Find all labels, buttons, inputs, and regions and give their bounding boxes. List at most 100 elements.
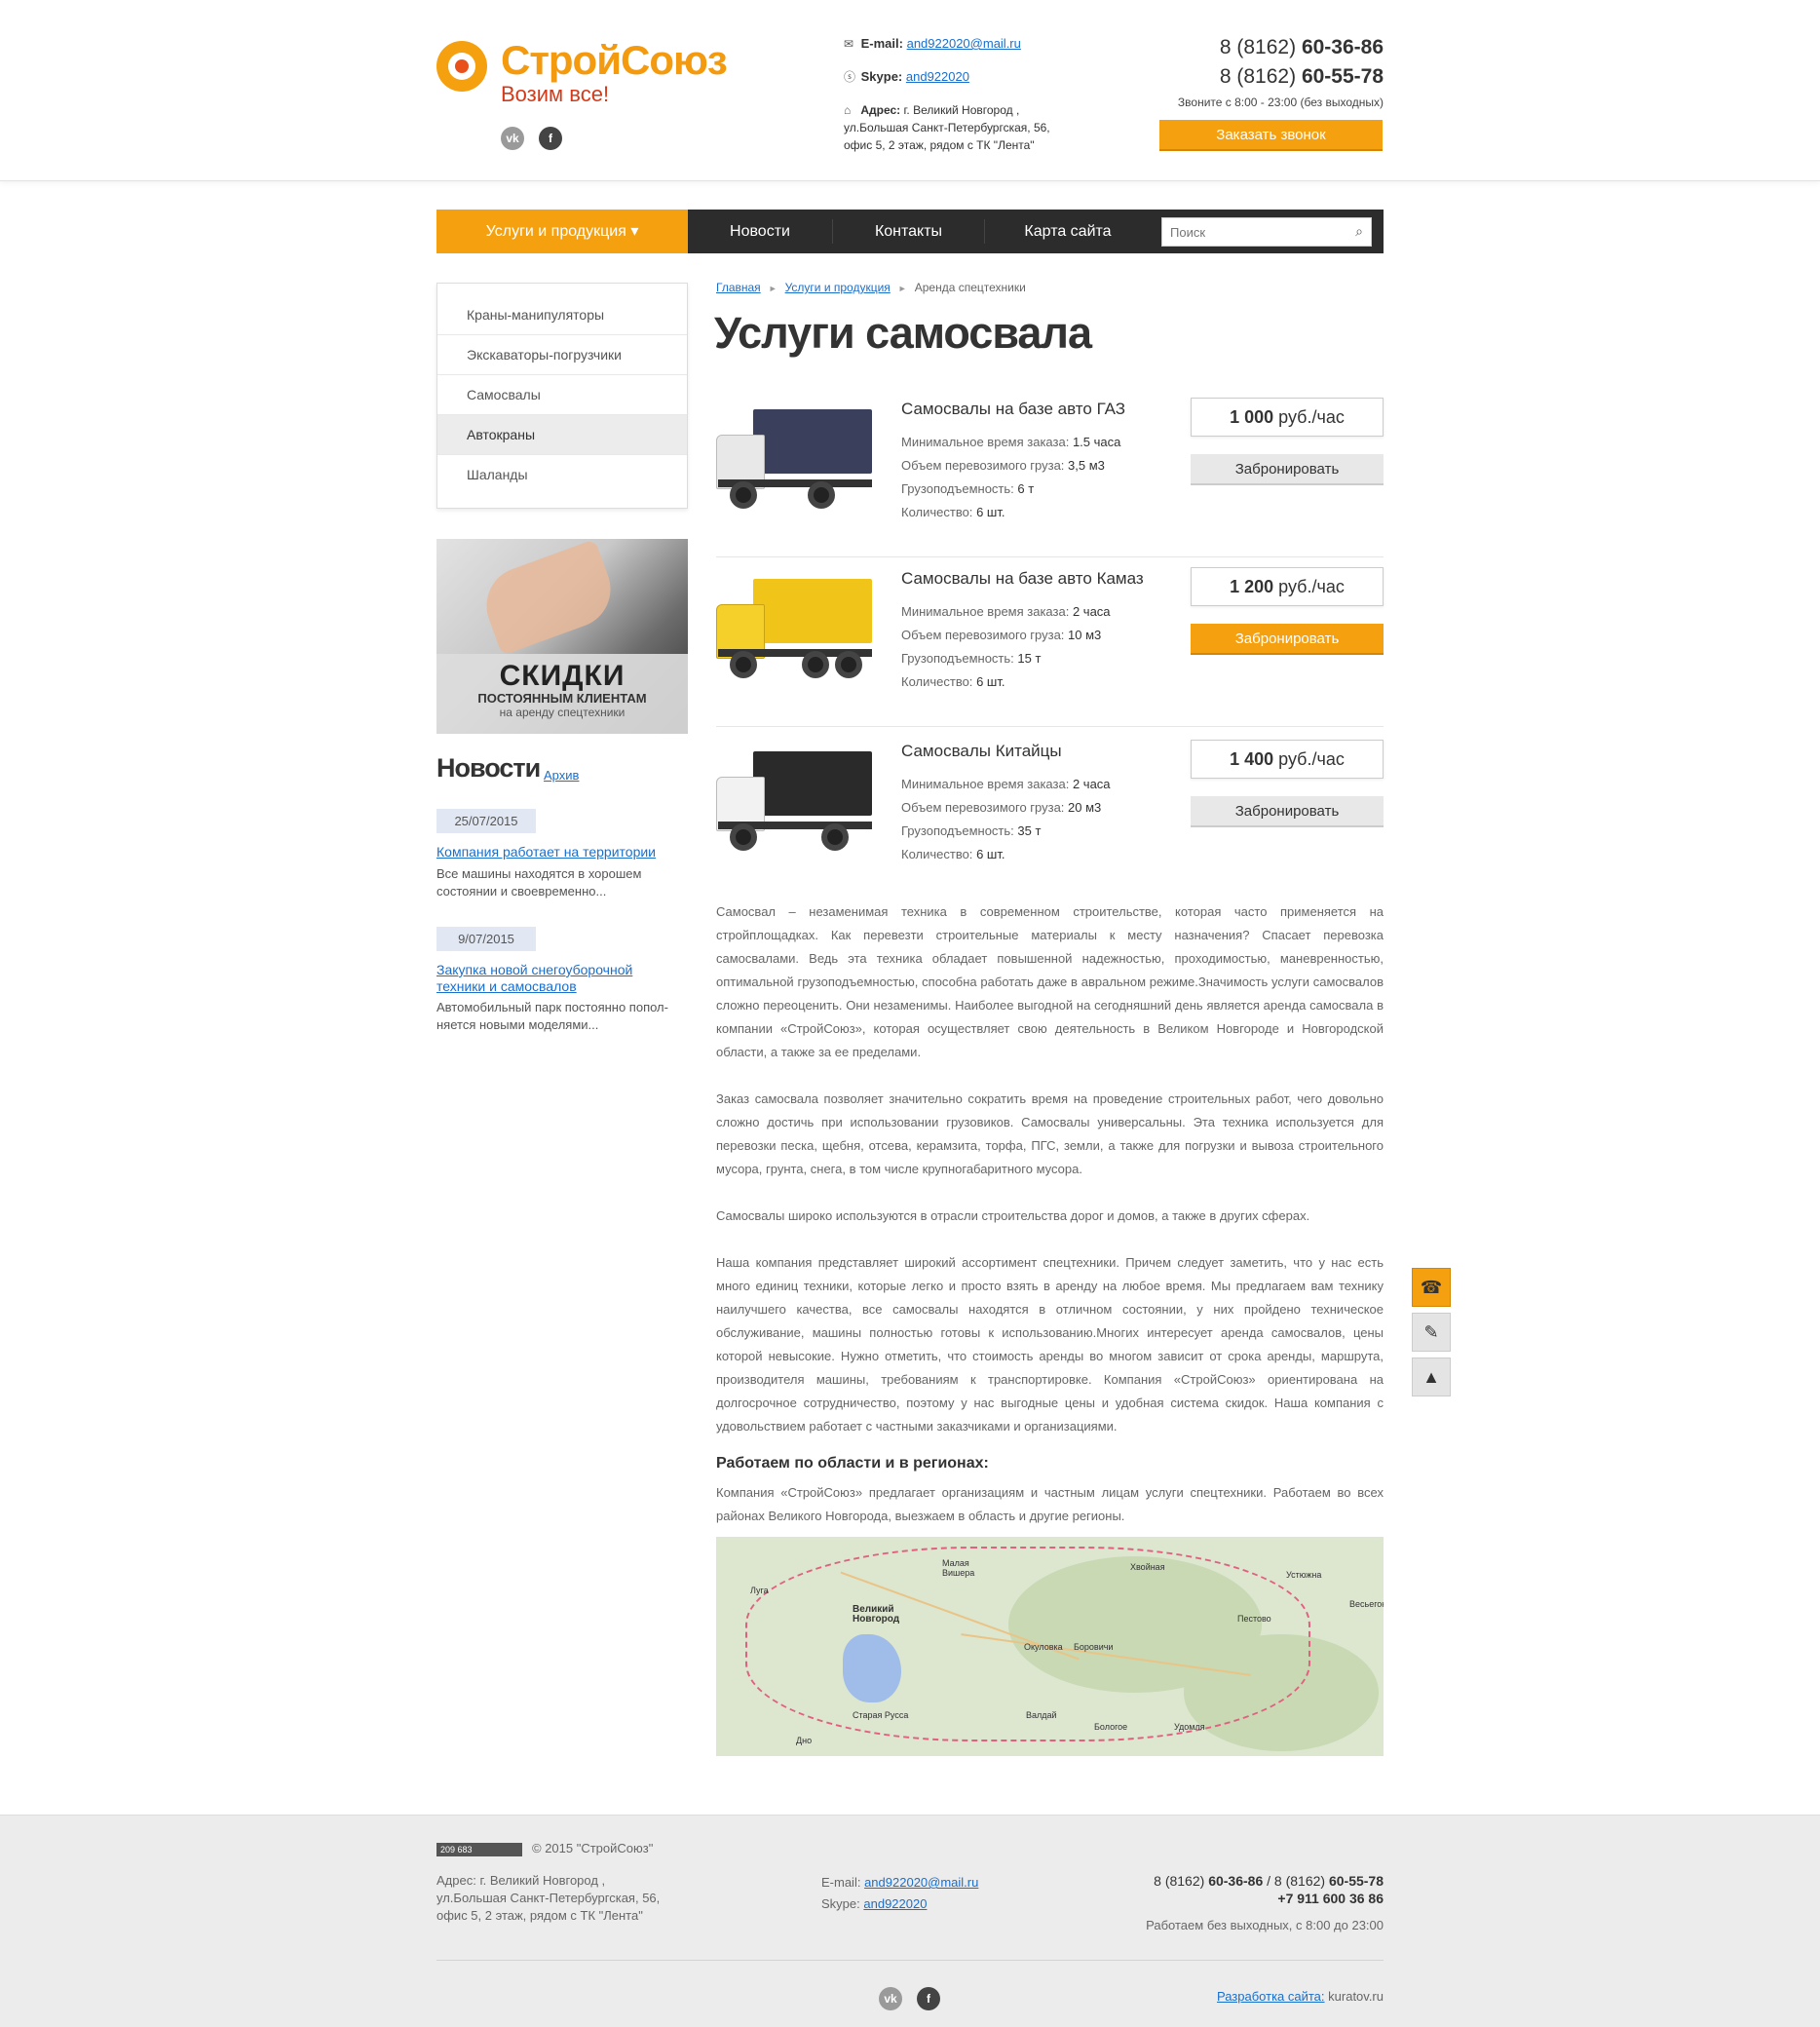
map-city-label: Дно [796, 1736, 813, 1745]
truck-wheel [730, 823, 757, 851]
truck-image [716, 565, 876, 686]
breadcrumb-link-home[interactable]: Главная [716, 281, 761, 294]
skype-icon: ⓢ [844, 70, 856, 84]
footer-phones: 8 (8162) 60-36-86 / 8 (8162) 60-55-78 +7… [1091, 1872, 1384, 1934]
product-specs: Минимальное время заказа: 1.5 часа Объем… [901, 435, 1121, 519]
product-specs: Минимальное время заказа: 2 часа Объем п… [901, 604, 1111, 689]
discount-banner[interactable]: СКИДКИ ПОСТОЯННЫМ КЛИЕНТАМ на аренду спе… [436, 539, 688, 734]
site-header: СтройСоюз Возим все! vk f ✉ E-mail: and9… [0, 0, 1820, 181]
search-icon[interactable]: ⌕ [1355, 223, 1363, 240]
main-nav: Услуги и продукция ▾ Новости Контакты Ка… [436, 210, 1384, 253]
book-button[interactable]: Забронировать [1191, 454, 1384, 485]
sidebar-item-dump-trucks[interactable]: Самосвалы [437, 375, 687, 415]
truck-body [753, 409, 872, 474]
news-excerpt: Все машины находятся в хорошем состоянии … [436, 866, 642, 899]
news-title-link[interactable]: Закупка новой снегоуборочной техники и са… [436, 962, 688, 995]
truck-wheel [730, 651, 757, 678]
breadcrumb-current: Аренда спецтехники [914, 281, 1026, 294]
sidebar-item-backhoe-loaders[interactable]: Экскаваторы-погрузчики [437, 335, 687, 375]
nav-item-sitemap[interactable]: Карта сайта [985, 210, 1151, 253]
map-city-label: Бологое [1094, 1722, 1128, 1732]
news-date: 25/07/2015 [436, 809, 536, 833]
email-link[interactable]: and922020@mail.ru [907, 36, 1021, 51]
article-paragraph: Компания «СтройСоюз» предлагает организа… [716, 1485, 1384, 1523]
search-input[interactable] [1162, 218, 1338, 246]
logo[interactable]: СтройСоюз Возим все! [436, 37, 729, 115]
chevron-right-icon: ► [768, 284, 777, 293]
article-paragraph: Заказ самосвала позволяет значительно со… [716, 1091, 1384, 1176]
address-line: г. Великий Новгород , [903, 103, 1020, 117]
handshake-image [475, 539, 622, 656]
phone-1[interactable]: 8 (8162) 60-36-86 [1130, 33, 1384, 62]
breadcrumb: Главная ► Услуги и продукция ► Аренда спецте… [716, 281, 1026, 294]
product-card: Самосвалы на базе авто ГАЗ Минимальное в… [716, 388, 1384, 557]
chevron-right-icon: ► [897, 284, 907, 293]
logo-icon [436, 41, 487, 92]
write-message-icon[interactable]: ✎ [1412, 1313, 1451, 1352]
nav-item-news[interactable]: Новости [688, 210, 832, 253]
truck-image [716, 738, 876, 859]
map-city-label: Окуловка [1024, 1642, 1063, 1652]
product-card: Самосвалы на базе авто Камаз Минимальное… [716, 557, 1384, 727]
sidebar-menu: Краны-манипуляторы Экскаваторы-погрузчик… [436, 283, 688, 509]
product-price: 1 000 руб./час [1191, 398, 1384, 437]
truck-wheel [835, 651, 862, 678]
developer-credit: Разработка сайта: kuratov.ru [1216, 1989, 1384, 2004]
facebook-icon[interactable]: f [917, 1987, 940, 2010]
header-phones: 8 (8162) 60-36-86 8 (8162) 60-55-78 Звон… [1130, 33, 1384, 109]
breadcrumb-link-services[interactable]: Услуги и продукция [785, 281, 891, 294]
footer-address: Адрес: г. Великий Новгород , ул.Большая С… [436, 1873, 661, 1923]
facebook-icon[interactable]: f [539, 127, 562, 150]
product-name[interactable]: Самосвалы Китайцы [901, 742, 1062, 761]
book-button[interactable]: Забронировать [1191, 796, 1384, 827]
footer-mobile[interactable]: +7 911 600 36 86 [1091, 1890, 1384, 1907]
order-call-button[interactable]: Заказать звонок [1159, 120, 1383, 151]
copyright: © 2015 "СтройСоюз" [532, 1841, 654, 1855]
phone-2[interactable]: 8 (8162) 60-55-78 [1130, 62, 1384, 92]
news-title-link[interactable]: Компания работает на территории [436, 844, 688, 861]
email-label: E-mail: [860, 36, 903, 51]
footer-contacts: E-mail: and922020@mail.ru Skype: and9220… [821, 1875, 979, 1911]
product-name[interactable]: Самосвалы на базе авто ГАЗ [901, 400, 1125, 419]
visit-counter[interactable]: 209 683 [436, 1843, 522, 1856]
nav-item-contacts[interactable]: Контакты [833, 210, 984, 253]
map-city-label: Устюжна [1286, 1570, 1322, 1580]
map-city-label: Великий Новгород [853, 1604, 900, 1625]
footer-phone-line[interactable]: 8 (8162) 60-36-86 / 8 (8162) 60-55-78 [1091, 1872, 1384, 1890]
sidebar-item-truck-cranes[interactable]: Автокраны [437, 415, 687, 455]
news-date: 9/07/2015 [436, 927, 536, 951]
page-title: Услуги самосвала [714, 308, 1092, 358]
address-label: Адрес: [860, 103, 901, 117]
nav-item-services[interactable]: Услуги и продукция ▾ [436, 210, 688, 253]
map-city-label: Старая Русса [853, 1710, 909, 1720]
vk-icon[interactable]: vk [879, 1987, 902, 2010]
article-paragraph: Самосвалы широко используются в отрасли … [716, 1208, 1310, 1223]
footer-email-link[interactable]: and922020@mail.ru [864, 1875, 978, 1890]
developer-link[interactable]: Разработка сайта: [1217, 1989, 1325, 2004]
news-archive-link[interactable]: Архив [544, 768, 579, 783]
book-button[interactable]: Забронировать [1191, 624, 1384, 655]
logo-name: СтройСоюз [501, 37, 728, 83]
callback-phone-icon[interactable]: ☎ [1412, 1268, 1451, 1307]
product-price: 1 200 руб./час [1191, 567, 1384, 606]
map-city-label: Хвойная [1130, 1562, 1165, 1572]
scroll-up-icon[interactable]: ▲ [1412, 1358, 1451, 1396]
truck-body [753, 751, 872, 816]
footer-skype-link[interactable]: and922020 [863, 1896, 927, 1911]
skype-link[interactable]: and922020 [906, 69, 969, 84]
vk-icon[interactable]: vk [501, 127, 524, 150]
footer-divider [436, 1960, 1384, 1961]
map-city-label: Боровичи [1074, 1642, 1114, 1652]
mail-icon: ✉ [844, 37, 854, 51]
banner-text: на аренду спецтехники [499, 706, 626, 719]
sidebar-item-cranes-manipulators[interactable]: Краны-манипуляторы [437, 295, 687, 335]
sidebar-item-semitrailers[interactable]: Шаланды [437, 455, 687, 495]
product-name[interactable]: Самосвалы на базе авто Камаз [901, 569, 1144, 589]
call-hours: Звоните с 8:00 - 23:00 (без выходных) [1177, 96, 1384, 109]
regions-map[interactable]: Малая Вишера Хвойная Устюжна Луга Велики… [716, 1537, 1384, 1756]
product-specs: Минимальное время заказа: 2 часа Объем п… [901, 777, 1111, 861]
banner-title: СКИДКИ [499, 660, 626, 692]
truck-wheel [808, 481, 835, 509]
truck-wheel [821, 823, 849, 851]
footer-hours: Работаем без выходных, с 8:00 до 23:00 [1146, 1918, 1384, 1932]
